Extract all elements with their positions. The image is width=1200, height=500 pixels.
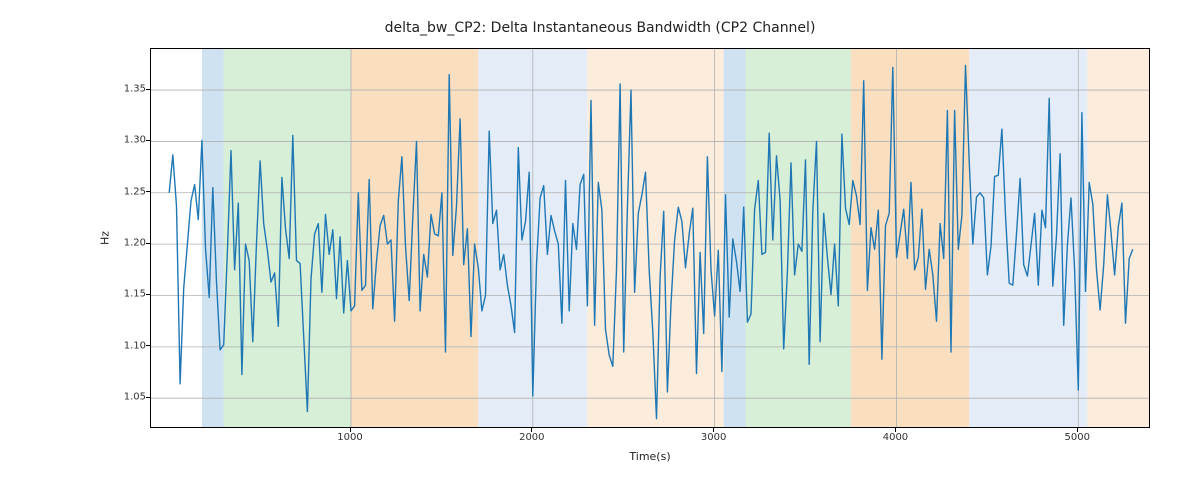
x-tick: 3000 xyxy=(684,432,744,443)
plot-area xyxy=(150,48,1150,428)
y-tick: 1.05 xyxy=(86,392,146,403)
x-axis-label: Time(s) xyxy=(629,450,670,463)
x-tick: 5000 xyxy=(1047,432,1107,443)
background-bands xyxy=(202,49,1150,428)
y-tick: 1.30 xyxy=(86,135,146,146)
chart-title: delta_bw_CP2: Delta Instantaneous Bandwi… xyxy=(0,20,1200,36)
y-tick: 1.15 xyxy=(86,289,146,300)
plot-svg xyxy=(151,49,1150,428)
y-tick: 1.20 xyxy=(86,238,146,249)
x-tick: 1000 xyxy=(320,432,380,443)
y-tick: 1.25 xyxy=(86,186,146,197)
y-tick: 1.10 xyxy=(86,340,146,351)
figure: delta_bw_CP2: Delta Instantaneous Bandwi… xyxy=(0,0,1200,500)
x-tick: 4000 xyxy=(865,432,925,443)
x-tick: 2000 xyxy=(502,432,562,443)
y-tick: 1.35 xyxy=(86,84,146,95)
